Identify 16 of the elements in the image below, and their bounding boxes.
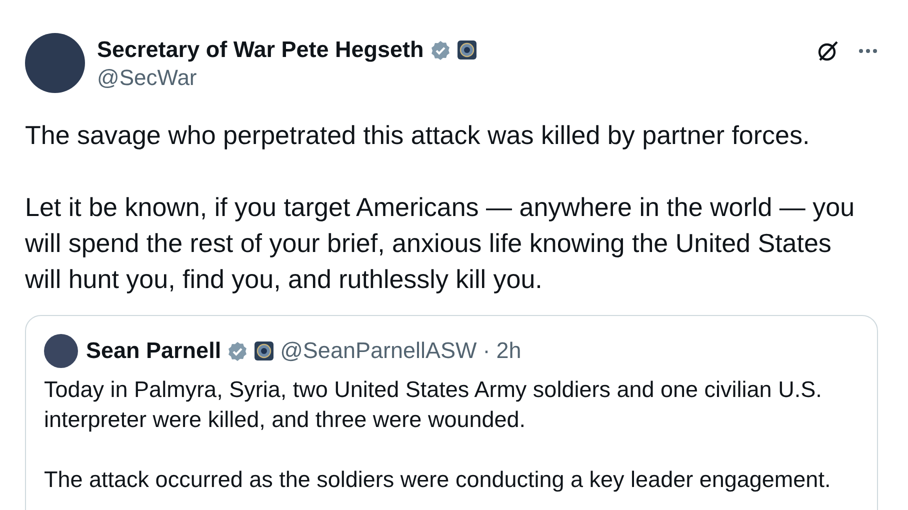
more-icon[interactable] (858, 48, 878, 54)
slashed-circle-icon[interactable] (816, 39, 840, 63)
seal-icon (254, 341, 274, 361)
post-time[interactable]: 2h (496, 338, 522, 364)
quoted-text: Today in Palmyra, Syria, two United States Army soldiers and one civilian U.S. interpreter were killed, and three were wounded. (44, 376, 823, 434)
quoted-post[interactable] (25, 315, 878, 510)
post-text: The savage who perpetrated this attack was killed by partner forces. (25, 119, 811, 152)
dot-separator: · (482, 338, 490, 364)
author-name[interactable]: Secretary of War Pete Hegseth (97, 37, 424, 63)
post-text: Let it be known, if you target Americans — anywhere in the world — you will spend the rest of your brief, anxious life knowing the United States will hunt you, find you, and ruthlessly kill you. (25, 191, 856, 296)
quoted-text: The attack occurred as the soldiers were conducting a key leader engagement. (44, 466, 832, 494)
author-handle[interactable]: @SeanParnellASW (280, 338, 477, 364)
author-name[interactable]: Sean Parnell (86, 338, 222, 364)
avatar[interactable] (44, 334, 78, 368)
seal-icon (456, 40, 477, 60)
author-handle[interactable]: @SecWar (97, 65, 804, 91)
